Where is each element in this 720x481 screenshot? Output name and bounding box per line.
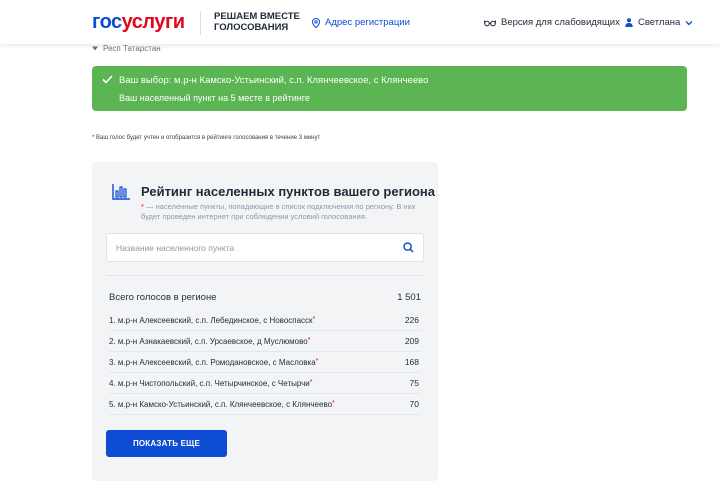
rating-row-name: 5. м.р-н Камско-Устьинский, с.п. Клянчее…: [109, 399, 333, 409]
rating-title: Рейтинг населенных пунктов вашего регион…: [141, 184, 436, 199]
total-votes-value: 1 501: [397, 292, 421, 303]
rating-row-star: *: [307, 336, 311, 344]
rating-note-text: — населенные пункты, попадающие в список…: [141, 202, 416, 221]
user-icon: [625, 18, 633, 27]
rating-row-name: 2. м.р-н Азнакаевский, с.п. Урсаевское, …: [109, 336, 308, 346]
settlement-search-input[interactable]: [107, 242, 387, 253]
total-votes-label: Всего голосов в регионе: [109, 292, 217, 303]
rating-row-name: 1. м.р-н Алексеевский, с.п. Лебединское,…: [109, 315, 313, 325]
rating-row-star: *: [332, 399, 335, 407]
search-icon[interactable]: [403, 242, 414, 253]
rating-row-votes: 209: [404, 336, 419, 346]
vision-impaired-link[interactable]: Версия для слабовидящих: [484, 17, 620, 28]
triangle-down-icon: [92, 46, 98, 51]
rating-row[interactable]: 3. м.р-н Алексеевский, с.п. Ромодановско…: [109, 352, 421, 373]
settlement-search: [106, 233, 424, 262]
rating-row[interactable]: 4. м.р-н Чистопольский, с.п. Четырчинско…: [109, 373, 421, 394]
rating-row-label: 1. м.р-н Алексеевский, с.п. Лебединское,…: [109, 316, 315, 325]
rating-list: 1. м.р-н Алексеевский, с.п. Лебединское,…: [109, 310, 421, 415]
rating-row[interactable]: 2. м.р-н Азнакаевский, с.п. Урсаевское, …: [109, 331, 421, 352]
user-menu[interactable]: Светлана: [625, 17, 693, 28]
rating-row-name: 4. м.р-н Чистопольский, с.п. Четырчинско…: [109, 378, 310, 388]
rating-row-label: 3. м.р-н Алексеевский, с.п. Ромодановско…: [109, 358, 318, 367]
rating-row-votes: 226: [404, 315, 419, 325]
chevron-down-icon: [685, 20, 693, 25]
rating-row-votes: 168: [404, 357, 419, 367]
top-header: госуслуги РЕШАЕМ ВМЕСТЕ ГОЛОСОВАНИЯ Адре…: [0, 0, 720, 44]
logo-part-2: услуги: [121, 11, 185, 33]
vote-footnote: * Ваш голос будет учтен и отобразится в …: [92, 135, 321, 141]
rating-row-label: 2. м.р-н Азнакаевский, с.п. Урсаевское, …: [109, 337, 310, 346]
logo-part-1: гос: [92, 11, 122, 33]
rating-row-name: 3. м.р-н Алексеевский, с.п. Ромодановско…: [109, 357, 316, 367]
rating-row[interactable]: 1. м.р-н Алексеевский, с.п. Лебединское,…: [109, 310, 421, 331]
show-more-button[interactable]: ПОКАЗАТЬ ЕЩЕ: [106, 430, 227, 457]
campaign-line-1: РЕШАЕМ ВМЕСТЕ: [214, 11, 300, 22]
card-divider: [106, 275, 424, 276]
header-divider: [200, 11, 201, 35]
vision-link-label: Версия для слабовидящих: [501, 17, 620, 28]
bar-chart-icon: [112, 184, 130, 200]
rating-row-label: 5. м.р-н Камско-Устьинский, с.п. Клянчее…: [109, 400, 335, 409]
success-rank-text: Ваш населенный пункт на 5 месте в рейтин…: [119, 93, 310, 103]
rating-row-label: 4. м.р-н Чистопольский, с.п. Четырчинско…: [109, 379, 313, 388]
rating-card: Рейтинг населенных пунктов вашего регион…: [92, 162, 438, 481]
rating-row-votes: 75: [409, 378, 419, 388]
rating-row-star: *: [315, 357, 319, 365]
rating-row-votes: 70: [409, 399, 419, 409]
location-pin-icon: [312, 17, 320, 28]
total-votes-row: Всего голосов в регионе 1 501: [109, 292, 421, 303]
region-name: Респ Татарстан: [103, 44, 161, 53]
rating-row-star: *: [309, 378, 313, 386]
glasses-icon: [484, 19, 496, 26]
rating-row[interactable]: 5. м.р-н Камско-Устьинский, с.п. Клянчее…: [109, 394, 421, 415]
vote-success-banner: Ваш выбор: м.р-н Камско-Устьинский, с.п.…: [92, 66, 687, 111]
success-choice-text: Ваш выбор: м.р-н Камско-Устьинский, с.п.…: [119, 75, 429, 86]
rating-row-star: *: [312, 315, 316, 323]
address-link[interactable]: Адрес регистрации: [312, 17, 410, 28]
user-name: Светлана: [638, 17, 681, 28]
gosuslugi-logo[interactable]: госуслуги: [92, 11, 185, 34]
rating-note: * — населенные пункты, попадающие в спис…: [141, 202, 431, 222]
address-link-label: Адрес регистрации: [325, 17, 410, 28]
check-icon: [102, 75, 113, 84]
campaign-line-2: ГОЛОСОВАНИЯ: [214, 22, 289, 33]
region-selector[interactable]: Респ Татарстан: [92, 44, 161, 53]
campaign-title: РЕШАЕМ ВМЕСТЕ ГОЛОСОВАНИЯ: [214, 11, 324, 33]
